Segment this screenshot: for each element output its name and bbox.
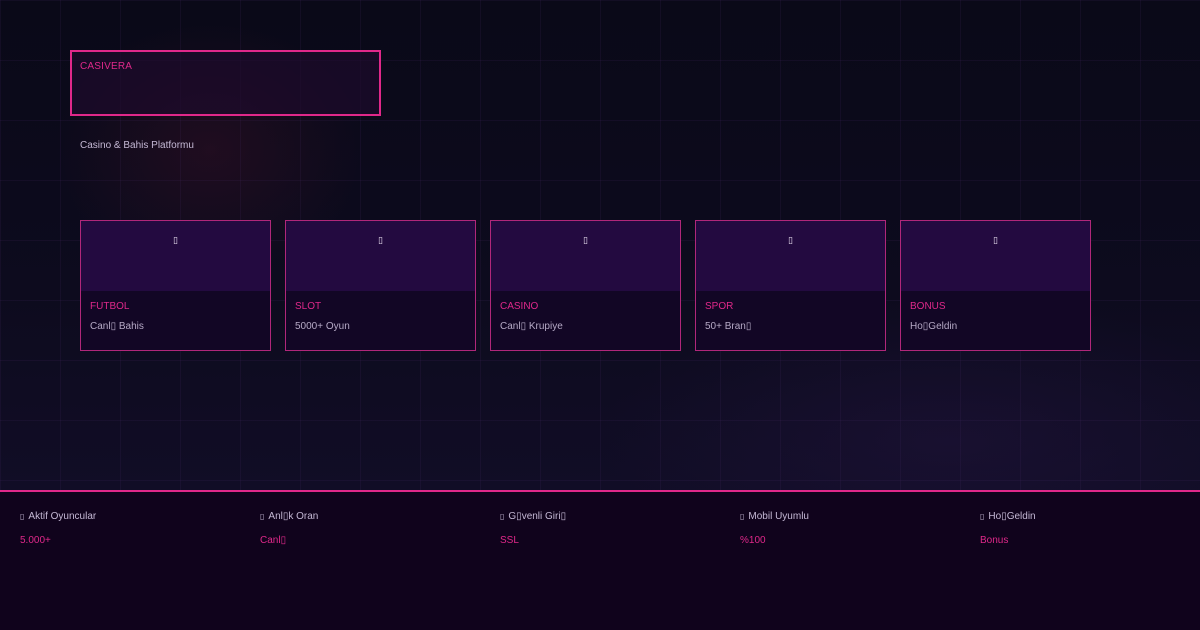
- stat-label: Ho▯Geldin: [988, 511, 1036, 522]
- sport-icon: ▯: [788, 235, 793, 245]
- stat-value: Bonus: [980, 535, 1009, 546]
- category-card-bonus[interactable]: ▯ BONUS Ho▯Geldin: [900, 220, 1091, 351]
- stat-label: G▯venli Giri▯: [508, 511, 567, 522]
- card-subtitle: 5000+ Oyun: [295, 321, 350, 332]
- stat-label: Mobil Uyumlu: [748, 511, 809, 522]
- lock-icon: ▯: [500, 512, 505, 521]
- mobile-icon: ▯: [740, 512, 745, 521]
- stat-value: SSL: [500, 535, 519, 546]
- bonus-icon: ▯: [993, 235, 998, 245]
- odds-icon: ▯: [260, 512, 265, 521]
- card-subtitle: 50+ Bran▯: [705, 321, 752, 332]
- stat-mobile: ▯ Mobil Uyumlu %100: [740, 511, 960, 546]
- players-icon: ▯: [20, 512, 25, 521]
- card-header: ▯: [901, 221, 1090, 291]
- card-header: ▯: [696, 221, 885, 291]
- stat-secure-login: ▯ G▯venli Giri▯ SSL: [500, 511, 720, 546]
- footer-stats-bar: ▯ Aktif Oyuncular 5.000+ ▯ Anl▯k Oran Canl…: [0, 490, 1200, 630]
- stat-value: 5.000+: [20, 535, 51, 546]
- card-title: FUTBOL: [90, 301, 130, 312]
- card-subtitle: Canl▯ Krupiye: [500, 321, 563, 332]
- card-header: ▯: [81, 221, 270, 291]
- tagline: Casino & Bahis Platformu: [80, 140, 194, 151]
- category-card-futbol[interactable]: ▯ FUTBOL Canl▯ Bahis: [80, 220, 271, 351]
- stat-value: Canl▯: [260, 535, 287, 546]
- card-subtitle: Ho▯Geldin: [910, 321, 958, 332]
- stat-live-odds: ▯ Anl▯k Oran Canl▯: [260, 511, 480, 546]
- card-header: ▯: [286, 221, 475, 291]
- stat-label: Anl▯k Oran: [268, 511, 319, 522]
- casino-icon: ▯: [583, 235, 588, 245]
- card-title: SPOR: [705, 301, 734, 312]
- stat-welcome-bonus: ▯ Ho▯Geldin Bonus: [980, 511, 1200, 546]
- card-title: BONUS: [910, 301, 946, 312]
- gift-icon: ▯: [980, 512, 985, 521]
- stat-active-players: ▯ Aktif Oyuncular 5.000+: [20, 511, 240, 546]
- category-card-casino[interactable]: ▯ CASINO Canl▯ Krupiye: [490, 220, 681, 351]
- category-card-slot[interactable]: ▯ SLOT 5000+ Oyun: [285, 220, 476, 351]
- slot-icon: ▯: [378, 235, 383, 245]
- football-icon: ▯: [173, 235, 178, 245]
- card-header: ▯: [491, 221, 680, 291]
- card-title: CASINO: [500, 301, 539, 312]
- brand-name: CASIVERA: [80, 61, 133, 72]
- brand-logo-box[interactable]: CASIVERA: [70, 50, 381, 116]
- card-title: SLOT: [295, 301, 322, 312]
- stat-label: Aktif Oyuncular: [28, 511, 97, 522]
- stat-value: %100: [740, 535, 766, 546]
- card-subtitle: Canl▯ Bahis: [90, 321, 144, 332]
- category-card-spor[interactable]: ▯ SPOR 50+ Bran▯: [695, 220, 886, 351]
